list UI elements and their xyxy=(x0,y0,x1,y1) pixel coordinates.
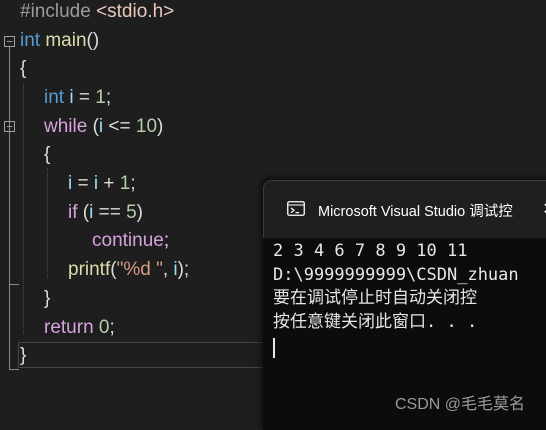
code-line: int main() xyxy=(20,29,99,53)
code-token: 1 xyxy=(95,87,106,108)
console-output-line: 按任意键关闭此窗口. . . xyxy=(273,312,478,332)
code-token: ) xyxy=(157,116,164,137)
code-line: { xyxy=(20,57,26,81)
outline-line xyxy=(9,47,10,370)
code-line: while (i <= 10) xyxy=(44,115,163,139)
code-token: { xyxy=(44,144,51,165)
code-token: ( xyxy=(77,202,90,223)
code-token: 10 xyxy=(135,116,158,137)
code-token: ( xyxy=(87,116,99,137)
code-token: printf xyxy=(68,259,111,280)
code-token: main xyxy=(45,30,87,51)
code-token: 0 xyxy=(98,317,110,338)
collapse-icon[interactable]: − xyxy=(4,121,15,132)
code-token: ) xyxy=(136,202,143,223)
code-token: = xyxy=(73,87,96,108)
code-token: continue xyxy=(92,230,164,251)
code-token: () xyxy=(86,30,100,51)
code-token: ); xyxy=(177,259,190,280)
watermark: CSDN @毛毛莫名 xyxy=(395,396,526,413)
code-token: } xyxy=(20,345,27,366)
code-token: int xyxy=(44,87,65,108)
code-token: #include xyxy=(20,1,91,22)
code-token: ; xyxy=(130,173,136,194)
console-output-line: 2 3 4 6 7 8 9 10 11 xyxy=(273,241,468,261)
code-token: = xyxy=(72,173,94,194)
collapse-icon[interactable]: − xyxy=(4,36,15,47)
console-title: Microsoft Visual Studio 调试控 xyxy=(318,204,513,220)
code-token: <stdio.h> xyxy=(96,1,175,22)
console-titlebar[interactable]: Microsoft Visual Studio 调试控 ✕ xyxy=(263,180,546,238)
console-output-line: D:\9999999999\CSDN_zhuan xyxy=(273,265,519,285)
indent-guide xyxy=(23,84,24,334)
code-line: { xyxy=(44,143,50,167)
code-token: <= xyxy=(103,116,136,137)
console-app-icon xyxy=(287,201,305,216)
code-token: ; xyxy=(105,87,112,108)
code-token: if xyxy=(68,202,78,223)
code-line: i = i + 1; xyxy=(68,172,136,196)
code-line: continue; xyxy=(92,229,169,253)
code-line: #include <stdio.h> xyxy=(20,0,174,24)
code-line: return 0; xyxy=(44,316,115,340)
code-token: int xyxy=(20,30,41,51)
code-token: 1 xyxy=(119,173,131,194)
code-line: int i = 1; xyxy=(44,86,111,110)
code-token: , xyxy=(162,259,174,280)
code-line: } xyxy=(44,287,50,311)
code-token: return xyxy=(44,317,94,338)
code-line: printf("%d ", i); xyxy=(68,258,189,282)
code-token: { xyxy=(20,58,27,79)
text-cursor xyxy=(273,338,275,358)
outline-line xyxy=(9,369,19,370)
outline-line xyxy=(9,284,19,285)
console-output-line: 要在调试停止时自动关闭控 xyxy=(273,288,477,308)
code-token: "%d " xyxy=(116,259,163,280)
code-token: ; xyxy=(109,317,115,338)
code-line: if (i == 5) xyxy=(68,201,143,225)
code-token: + xyxy=(98,173,120,194)
code-line: } xyxy=(20,344,26,368)
code-token: while xyxy=(44,116,88,137)
code-token: == xyxy=(93,202,127,223)
indent-guide xyxy=(47,168,48,278)
code-token: ; xyxy=(163,230,170,251)
close-button[interactable]: ✕ xyxy=(534,195,546,225)
code-token: } xyxy=(44,288,51,309)
code-token: 5 xyxy=(126,202,137,223)
